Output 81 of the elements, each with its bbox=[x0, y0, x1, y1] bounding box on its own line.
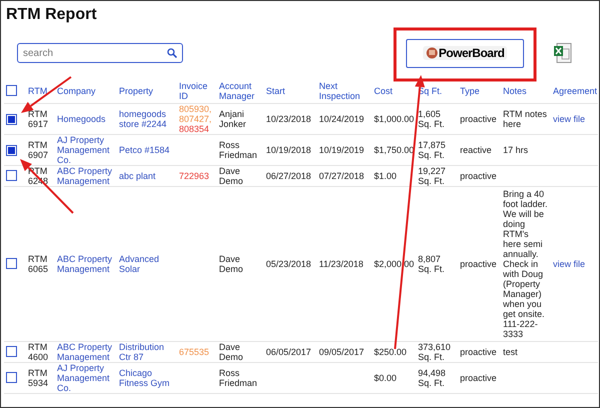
column-header[interactable]: Company bbox=[57, 86, 115, 96]
account-manager: Dave Demo bbox=[219, 254, 244, 274]
invoice-link[interactable]: 808354 bbox=[179, 124, 215, 134]
checkbox[interactable] bbox=[6, 170, 17, 180]
column-header[interactable]: Start bbox=[266, 86, 315, 96]
property-link[interactable]: Distribution Ctr 87 bbox=[119, 342, 175, 362]
property-link[interactable]: homegoods store #2244 bbox=[119, 109, 175, 129]
company-link[interactable]: ABC Property Management bbox=[57, 342, 115, 362]
square-feet: 17,875 Sq. Ft. bbox=[418, 140, 446, 160]
start-date: 06/27/2018 bbox=[266, 171, 312, 181]
account-manager: Anjani Jonker bbox=[219, 109, 246, 129]
cost: $250.00 bbox=[374, 347, 407, 357]
search-field[interactable]: search bbox=[17, 43, 183, 63]
start-date: 06/05/2017 bbox=[266, 347, 312, 357]
start-date: 10/23/2018 bbox=[266, 114, 312, 124]
view-file-link[interactable]: view file bbox=[553, 259, 586, 269]
notes: 17 hrs bbox=[503, 145, 528, 155]
column-header[interactable]: Agreement bbox=[553, 86, 596, 96]
powerboard-button[interactable]: PowerBoard bbox=[406, 38, 524, 68]
cost: $0.00 bbox=[374, 373, 397, 383]
rtm-number: RTM 6907 bbox=[28, 140, 48, 160]
company-link[interactable]: ABC Property Management bbox=[57, 166, 115, 186]
next-inspection-date: 10/19/2019 bbox=[319, 145, 364, 155]
search-icon bbox=[167, 48, 177, 58]
company-link[interactable]: AJ Property Management Co. bbox=[57, 135, 115, 165]
company-link[interactable]: ABC Property Management bbox=[57, 254, 115, 274]
next-inspection-date: 11/23/2018 bbox=[319, 259, 364, 269]
checkbox[interactable] bbox=[6, 346, 17, 356]
account-manager: Ross Friedman bbox=[219, 368, 258, 388]
column-header[interactable]: RTM bbox=[28, 86, 53, 96]
property-link[interactable]: Chicago Fitness Gym bbox=[119, 368, 175, 388]
column-header[interactable]: Type bbox=[460, 86, 499, 96]
type: proactive bbox=[460, 259, 497, 269]
column-header[interactable]: Cost bbox=[374, 86, 414, 96]
type: proactive bbox=[460, 114, 497, 124]
start-date: 10/19/2018 bbox=[266, 145, 312, 155]
property-link[interactable]: Advanced Solar bbox=[119, 254, 175, 274]
square-feet: 94,498 Sq. Ft. bbox=[418, 368, 446, 388]
company-link[interactable]: AJ Property Management Co. bbox=[57, 363, 115, 393]
rtm-number: RTM 4600 bbox=[28, 342, 48, 362]
column-header[interactable]: Invoice ID bbox=[179, 81, 215, 101]
column-header[interactable]: Property bbox=[119, 86, 175, 96]
checkbox[interactable] bbox=[6, 84, 17, 96]
next-inspection-date: 10/24/2019 bbox=[319, 114, 364, 124]
checkbox[interactable] bbox=[6, 258, 17, 268]
rtm-number: RTM 6917 bbox=[28, 109, 48, 129]
column-header[interactable]: Notes bbox=[503, 86, 549, 96]
account-manager: Dave Demo bbox=[219, 342, 244, 362]
checkbox[interactable] bbox=[6, 144, 17, 156]
company-link[interactable]: Homegoods bbox=[57, 114, 115, 124]
square-feet: 1,605 Sq. Ft. bbox=[418, 109, 445, 129]
checkbox[interactable] bbox=[6, 114, 17, 124]
square-feet: 8,807 Sq. Ft. bbox=[418, 254, 445, 274]
board-logo-icon bbox=[426, 47, 438, 59]
account-manager: Dave Demo bbox=[219, 166, 244, 186]
property-link[interactable]: abc plant bbox=[119, 171, 175, 181]
type: proactive bbox=[460, 347, 497, 357]
next-inspection-date: 09/05/2017 bbox=[319, 347, 364, 357]
start-date: 05/23/2018 bbox=[266, 259, 312, 269]
cost: $1,000.00 bbox=[374, 114, 414, 124]
notes: test bbox=[503, 347, 518, 357]
view-file-link[interactable]: view file bbox=[553, 114, 586, 124]
type: proactive bbox=[460, 373, 497, 383]
square-feet: 373,610 Sq. Ft. bbox=[418, 342, 451, 362]
cost: $1.00 bbox=[374, 171, 397, 181]
checkbox[interactable] bbox=[6, 372, 17, 382]
invoice-link[interactable]: 722963 bbox=[179, 171, 215, 181]
column-header[interactable]: Next Inspection bbox=[319, 81, 370, 101]
next-inspection-date: 07/27/2018 bbox=[319, 171, 364, 181]
rtm-number: RTM 5934 bbox=[28, 368, 48, 388]
spreadsheet-icon[interactable] bbox=[554, 43, 572, 63]
type: proactive bbox=[460, 171, 497, 181]
column-header[interactable]: Account Manager bbox=[219, 81, 262, 101]
property-link[interactable]: Petco #1584 bbox=[119, 145, 175, 155]
notes: Bring a 40 foot ladder. We will be doing RTM's here semi annually. Check in with Doug (Property Manager) when you get onsite. 111-222-3333 bbox=[503, 189, 548, 339]
square-feet: 19,227 Sq. Ft. bbox=[418, 166, 446, 186]
type: reactive bbox=[460, 145, 492, 155]
rtm-number: RTM 6065 bbox=[28, 254, 48, 274]
page-title: RTM Report bbox=[6, 6, 97, 23]
account-manager: Ross Friedman bbox=[219, 140, 258, 160]
notes: RTM notes here bbox=[503, 109, 547, 129]
